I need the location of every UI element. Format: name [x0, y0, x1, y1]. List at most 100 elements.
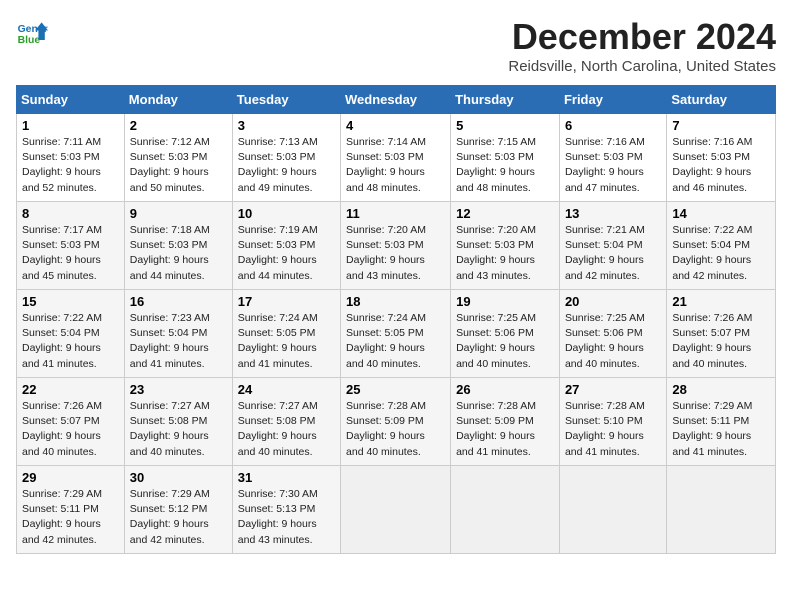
day-info: Sunrise: 7:15 AMSunset: 5:03 PMDaylight:… [456, 136, 536, 194]
day-number: 21 [672, 294, 770, 309]
day-info: Sunrise: 7:20 AMSunset: 5:03 PMDaylight:… [456, 224, 536, 282]
svg-text:Blue: Blue [18, 35, 41, 46]
table-row [667, 466, 776, 554]
table-row: 16 Sunrise: 7:23 AMSunset: 5:04 PMDaylig… [124, 290, 232, 378]
table-row [559, 466, 666, 554]
table-row: 22 Sunrise: 7:26 AMSunset: 5:07 PMDaylig… [17, 378, 125, 466]
header-friday: Friday [559, 86, 666, 114]
table-row: 21 Sunrise: 7:26 AMSunset: 5:07 PMDaylig… [667, 290, 776, 378]
day-info: Sunrise: 7:18 AMSunset: 5:03 PMDaylight:… [130, 224, 210, 282]
day-info: Sunrise: 7:22 AMSunset: 5:04 PMDaylight:… [22, 312, 102, 370]
table-row: 9 Sunrise: 7:18 AMSunset: 5:03 PMDayligh… [124, 202, 232, 290]
day-number: 1 [22, 118, 119, 133]
day-info: Sunrise: 7:29 AMSunset: 5:11 PMDaylight:… [672, 400, 752, 458]
table-row: 29 Sunrise: 7:29 AMSunset: 5:11 PMDaylig… [17, 466, 125, 554]
day-info: Sunrise: 7:27 AMSunset: 5:08 PMDaylight:… [238, 400, 318, 458]
day-number: 9 [130, 206, 227, 221]
day-number: 24 [238, 382, 335, 397]
table-row: 12 Sunrise: 7:20 AMSunset: 5:03 PMDaylig… [451, 202, 560, 290]
day-info: Sunrise: 7:24 AMSunset: 5:05 PMDaylight:… [238, 312, 318, 370]
table-row: 8 Sunrise: 7:17 AMSunset: 5:03 PMDayligh… [17, 202, 125, 290]
header-row: Sunday Monday Tuesday Wednesday Thursday… [17, 86, 776, 114]
table-row: 6 Sunrise: 7:16 AMSunset: 5:03 PMDayligh… [559, 114, 666, 202]
day-info: Sunrise: 7:28 AMSunset: 5:09 PMDaylight:… [456, 400, 536, 458]
calendar-week-row: 22 Sunrise: 7:26 AMSunset: 5:07 PMDaylig… [17, 378, 776, 466]
day-number: 27 [565, 382, 661, 397]
day-number: 30 [130, 470, 227, 485]
day-info: Sunrise: 7:11 AMSunset: 5:03 PMDaylight:… [22, 136, 101, 194]
day-info: Sunrise: 7:16 AMSunset: 5:03 PMDaylight:… [565, 136, 645, 194]
day-info: Sunrise: 7:19 AMSunset: 5:03 PMDaylight:… [238, 224, 318, 282]
day-number: 18 [346, 294, 445, 309]
day-number: 11 [346, 206, 445, 221]
table-row: 23 Sunrise: 7:27 AMSunset: 5:08 PMDaylig… [124, 378, 232, 466]
title-area: December 2024 Reidsville, North Carolina… [508, 16, 776, 75]
table-row: 15 Sunrise: 7:22 AMSunset: 5:04 PMDaylig… [17, 290, 125, 378]
day-info: Sunrise: 7:12 AMSunset: 5:03 PMDaylight:… [130, 136, 210, 194]
logo-icon: General Blue [16, 16, 48, 48]
day-number: 6 [565, 118, 661, 133]
table-row: 17 Sunrise: 7:24 AMSunset: 5:05 PMDaylig… [232, 290, 340, 378]
header-thursday: Thursday [451, 86, 560, 114]
table-row: 13 Sunrise: 7:21 AMSunset: 5:04 PMDaylig… [559, 202, 666, 290]
day-info: Sunrise: 7:28 AMSunset: 5:10 PMDaylight:… [565, 400, 645, 458]
day-number: 14 [672, 206, 770, 221]
table-row: 31 Sunrise: 7:30 AMSunset: 5:13 PMDaylig… [232, 466, 340, 554]
day-number: 31 [238, 470, 335, 485]
header-sunday: Sunday [17, 86, 125, 114]
day-info: Sunrise: 7:24 AMSunset: 5:05 PMDaylight:… [346, 312, 426, 370]
logo: General Blue [16, 16, 48, 48]
table-row: 30 Sunrise: 7:29 AMSunset: 5:12 PMDaylig… [124, 466, 232, 554]
table-row: 10 Sunrise: 7:19 AMSunset: 5:03 PMDaylig… [232, 202, 340, 290]
day-number: 2 [130, 118, 227, 133]
calendar-week-row: 1 Sunrise: 7:11 AMSunset: 5:03 PMDayligh… [17, 114, 776, 202]
day-info: Sunrise: 7:16 AMSunset: 5:03 PMDaylight:… [672, 136, 752, 194]
table-row: 2 Sunrise: 7:12 AMSunset: 5:03 PMDayligh… [124, 114, 232, 202]
table-row: 11 Sunrise: 7:20 AMSunset: 5:03 PMDaylig… [341, 202, 451, 290]
table-row: 26 Sunrise: 7:28 AMSunset: 5:09 PMDaylig… [451, 378, 560, 466]
table-row: 24 Sunrise: 7:27 AMSunset: 5:08 PMDaylig… [232, 378, 340, 466]
day-info: Sunrise: 7:17 AMSunset: 5:03 PMDaylight:… [22, 224, 102, 282]
header-wednesday: Wednesday [341, 86, 451, 114]
day-number: 8 [22, 206, 119, 221]
day-info: Sunrise: 7:27 AMSunset: 5:08 PMDaylight:… [130, 400, 210, 458]
day-number: 12 [456, 206, 554, 221]
day-info: Sunrise: 7:22 AMSunset: 5:04 PMDaylight:… [672, 224, 752, 282]
day-info: Sunrise: 7:23 AMSunset: 5:04 PMDaylight:… [130, 312, 210, 370]
day-info: Sunrise: 7:30 AMSunset: 5:13 PMDaylight:… [238, 488, 318, 546]
day-number: 28 [672, 382, 770, 397]
table-row: 14 Sunrise: 7:22 AMSunset: 5:04 PMDaylig… [667, 202, 776, 290]
header-tuesday: Tuesday [232, 86, 340, 114]
day-info: Sunrise: 7:29 AMSunset: 5:11 PMDaylight:… [22, 488, 102, 546]
table-row [341, 466, 451, 554]
day-number: 13 [565, 206, 661, 221]
day-number: 19 [456, 294, 554, 309]
day-number: 26 [456, 382, 554, 397]
calendar-week-row: 15 Sunrise: 7:22 AMSunset: 5:04 PMDaylig… [17, 290, 776, 378]
day-number: 15 [22, 294, 119, 309]
calendar-week-row: 29 Sunrise: 7:29 AMSunset: 5:11 PMDaylig… [17, 466, 776, 554]
table-row: 4 Sunrise: 7:14 AMSunset: 5:03 PMDayligh… [341, 114, 451, 202]
day-number: 7 [672, 118, 770, 133]
day-number: 22 [22, 382, 119, 397]
table-row: 20 Sunrise: 7:25 AMSunset: 5:06 PMDaylig… [559, 290, 666, 378]
day-info: Sunrise: 7:26 AMSunset: 5:07 PMDaylight:… [22, 400, 102, 458]
page-header: General Blue December 2024 Reidsville, N… [16, 16, 776, 75]
day-number: 23 [130, 382, 227, 397]
table-row: 5 Sunrise: 7:15 AMSunset: 5:03 PMDayligh… [451, 114, 560, 202]
day-number: 20 [565, 294, 661, 309]
month-title: December 2024 [508, 16, 776, 58]
table-row: 7 Sunrise: 7:16 AMSunset: 5:03 PMDayligh… [667, 114, 776, 202]
location-title: Reidsville, North Carolina, United State… [508, 58, 776, 75]
day-number: 3 [238, 118, 335, 133]
day-info: Sunrise: 7:26 AMSunset: 5:07 PMDaylight:… [672, 312, 752, 370]
day-info: Sunrise: 7:28 AMSunset: 5:09 PMDaylight:… [346, 400, 426, 458]
table-row: 18 Sunrise: 7:24 AMSunset: 5:05 PMDaylig… [341, 290, 451, 378]
day-info: Sunrise: 7:14 AMSunset: 5:03 PMDaylight:… [346, 136, 426, 194]
header-saturday: Saturday [667, 86, 776, 114]
day-info: Sunrise: 7:25 AMSunset: 5:06 PMDaylight:… [456, 312, 536, 370]
table-row: 27 Sunrise: 7:28 AMSunset: 5:10 PMDaylig… [559, 378, 666, 466]
day-number: 4 [346, 118, 445, 133]
day-info: Sunrise: 7:13 AMSunset: 5:03 PMDaylight:… [238, 136, 318, 194]
table-row: 19 Sunrise: 7:25 AMSunset: 5:06 PMDaylig… [451, 290, 560, 378]
